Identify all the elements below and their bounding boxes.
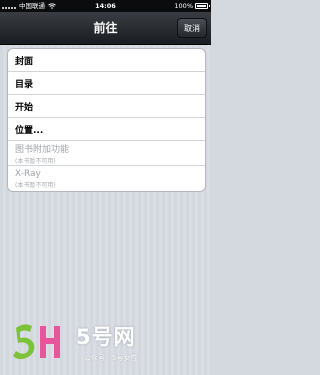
menu-item-beginning[interactable]: 开始	[8, 95, 205, 118]
menu-item-book-extras: 图书附加功能 (本书暂不可用)	[8, 141, 205, 166]
menu-item-sublabel: (本书暂不可用)	[15, 181, 56, 189]
status-bar: 中国联通 14:06 100%	[0, 0, 211, 12]
menu-item-sublabel: (本书暂不可用)	[15, 157, 56, 165]
brand-logo-icon	[13, 324, 60, 360]
battery-percentage: 100%	[174, 2, 193, 10]
watermark: 5号网 公众号：5号女性	[10, 320, 190, 370]
menu-item-contents[interactable]: 目录	[8, 72, 205, 95]
menu-item-label: X-Ray	[15, 168, 41, 179]
battery-icon	[195, 3, 210, 9]
menu-item-location[interactable]: 位置...	[8, 118, 205, 141]
goto-menu: 封面 目录 开始 位置... 图书附加功能 (本书暂不可用) X-Ray (本书…	[7, 48, 206, 192]
menu-item-label: 位置...	[15, 125, 44, 136]
watermark-brand: 5号网	[76, 325, 136, 349]
watermark-subtitle: 公众号：5号女性	[84, 354, 138, 362]
menu-item-cover[interactable]: 封面	[8, 49, 205, 72]
menu-item-label: 目录	[15, 79, 34, 90]
menu-item-x-ray: X-Ray (本书暂不可用)	[8, 166, 205, 191]
menu-item-label: 封面	[15, 56, 34, 67]
menu-item-label: 图书附加功能	[15, 144, 70, 155]
navigation-bar: 前往 取消	[0, 12, 211, 45]
cancel-button[interactable]: 取消	[177, 18, 207, 38]
menu-item-label: 开始	[15, 102, 34, 113]
